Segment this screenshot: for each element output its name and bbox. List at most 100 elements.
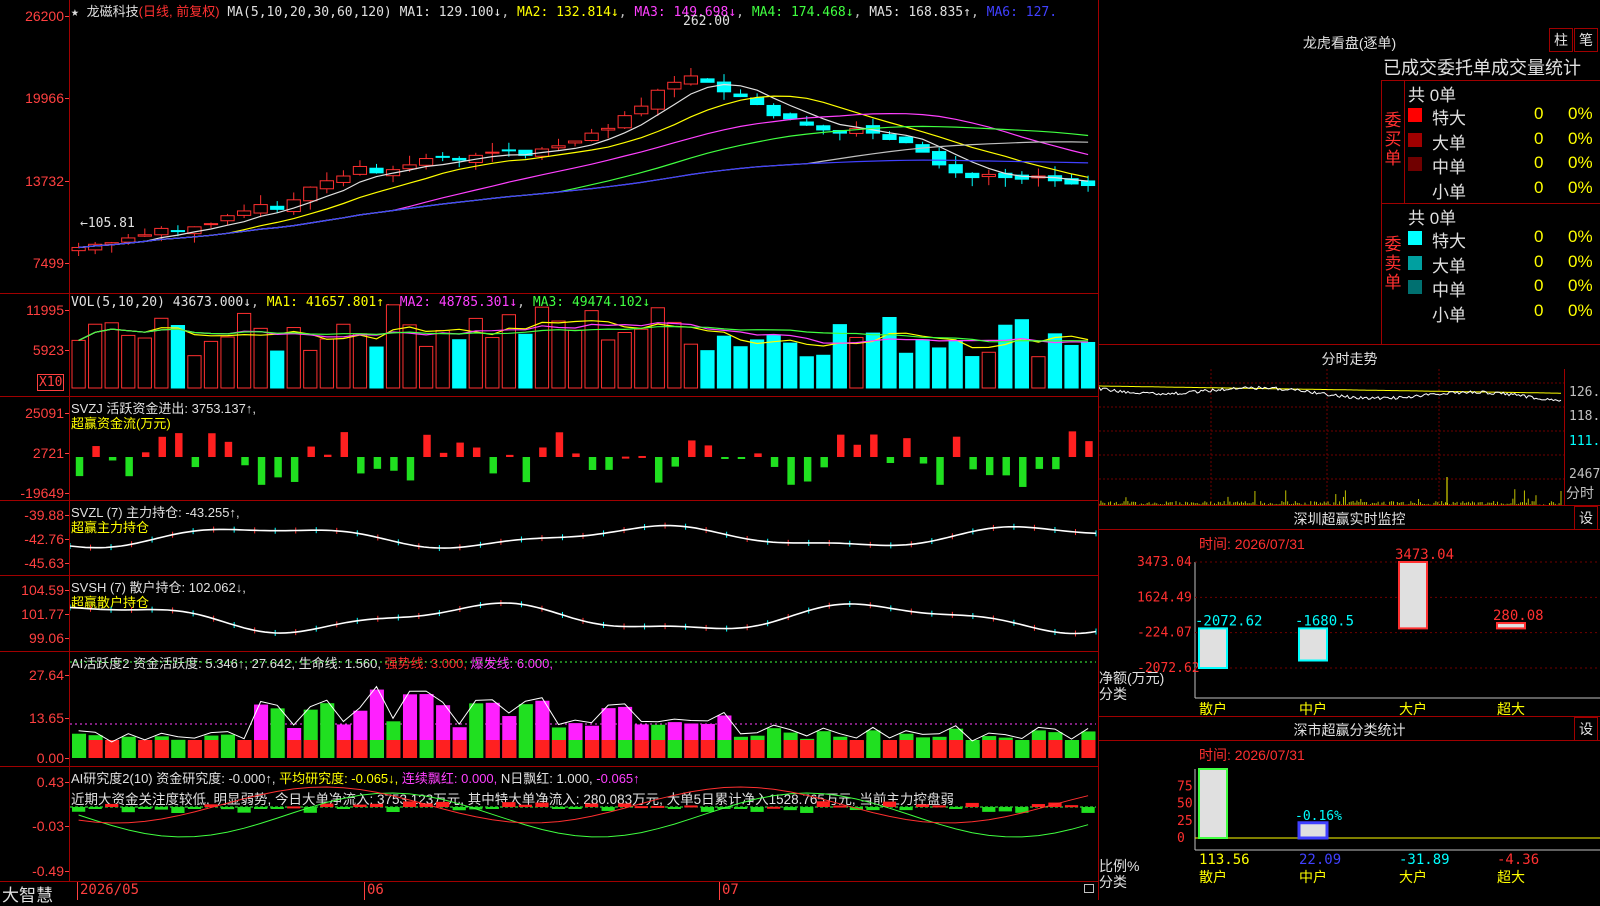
flow-bar (373, 457, 382, 469)
research-bar (535, 802, 549, 807)
flow-bar (175, 433, 183, 457)
base-bar (320, 740, 335, 758)
category-label: 大户 (1399, 701, 1427, 716)
research-bar (452, 807, 466, 811)
lhb-row-pct: 0% (1568, 300, 1593, 320)
svzj-tick: 2721 (32, 445, 70, 461)
svzj-panel[interactable]: 25091 2721 -19649 SVZJ 活跃资金进出: 3753.137↑… (0, 397, 1098, 501)
lhb-subtitle: 已成交委托单成交量统计 (1383, 58, 1581, 78)
volume-bar (932, 347, 947, 389)
flow-bar (506, 454, 514, 457)
candle (501, 149, 516, 152)
bar-view-button[interactable]: 柱 (1549, 28, 1573, 52)
date-bar[interactable]: 大智慧 2026/05 06 07 (0, 882, 1099, 905)
swatch (1408, 108, 1422, 122)
candle (236, 210, 252, 216)
sz-monitor-tick: 3473.04 (1137, 555, 1192, 570)
research-bar (88, 807, 102, 809)
sz-class-chart[interactable]: 75 50 25 0 -0.16% 113.56散户 22.09中户 -31.89大户 -4.3… (1099, 717, 1600, 900)
flow-bar (820, 457, 828, 468)
research-bar (369, 803, 384, 807)
research-bar (270, 807, 284, 809)
tick-view-button[interactable]: 笔 (1574, 28, 1598, 52)
lhb-row-value: 0 (1534, 153, 1544, 172)
ai-research-tick: -0.03 (32, 818, 69, 834)
svsh-panel[interactable]: 104.59 101.77 99.06 SVSH (7) 散户持仓: 102.0… (0, 576, 1098, 652)
base-bar (982, 740, 997, 758)
svsh-axis: 104.59 101.77 99.06 (0, 576, 70, 651)
swatch (1408, 157, 1422, 171)
base-bar (551, 740, 566, 758)
kline-chart[interactable] (70, 0, 1098, 293)
svzl-chart[interactable] (70, 501, 1098, 575)
candle (783, 113, 798, 120)
base-bar (1064, 740, 1079, 758)
flow-bar (969, 457, 977, 470)
sz-monitor-chart[interactable]: 3473.041624.49-224.07-2072.62-2072.62散户-… (1099, 506, 1600, 716)
volume-bar (1014, 319, 1029, 389)
candle (584, 132, 599, 142)
svsh-tick: 104.59 (21, 582, 69, 598)
base-bar (105, 740, 120, 758)
volume-bar (799, 356, 814, 389)
swatch (1408, 304, 1422, 319)
ratio-value: -4.36 (1497, 852, 1539, 868)
lhb-title: 龙虎看盘(逐单) (1302, 35, 1397, 51)
lhb-row-pct: 0% (1568, 227, 1593, 246)
kline-panel[interactable]: 26200 19966 13732 7499 ★ 龙磁科技(日线, 前复权) M… (0, 0, 1098, 294)
research-bar (551, 807, 566, 809)
svzl-tick: -42.76 (24, 531, 69, 547)
flow-bar (539, 447, 547, 457)
flow-bar (1085, 441, 1093, 457)
flow-bar (1002, 457, 1010, 476)
lock-icon[interactable] (1084, 884, 1094, 893)
swatch (1408, 181, 1422, 196)
research-bar (237, 807, 251, 813)
research-bar (783, 807, 797, 811)
ai-activity-chart[interactable] (70, 652, 1098, 766)
flow-bar (1019, 457, 1027, 487)
candle (203, 223, 219, 226)
ai-research-chart[interactable] (70, 767, 1098, 881)
ai-research-panel[interactable]: 0.43 -0.03 -0.49 AI研究度2(10) 资金研究度: -0.00… (0, 767, 1098, 882)
ai-activity-tick: 13.65 (28, 710, 70, 726)
svzj-chart[interactable] (70, 397, 1098, 500)
research-bar (121, 807, 135, 813)
sz-class-section[interactable]: 深市超赢分类统计 设 时间: 2026/07/31 75 50 25 0 -0.16% 1… (1099, 717, 1600, 900)
research-bar (733, 807, 748, 809)
lhb-row-name: 大单 (1432, 133, 1466, 153)
sz-monitor-section[interactable]: 深圳超赢实时监控 设 时间: 2026/07/31 3473.04 1624.49… (1099, 506, 1600, 717)
base-bar (800, 740, 815, 758)
base-bar (436, 740, 451, 758)
volume-bar (965, 356, 980, 389)
candle (419, 158, 434, 166)
research-bar (402, 801, 417, 807)
base-bar (899, 740, 914, 758)
volume-bar (567, 329, 583, 389)
net-value-label: -2072.62 (1195, 613, 1262, 629)
svzl-panel[interactable]: -39.88 -42.76 -45.63 SVZL (7) 主力持仓: -43.… (0, 501, 1098, 576)
ai-activity-panel[interactable]: 27.64 13.65 0.00 AI活跃度2 资金活跃度: 5.346↑, 2… (0, 652, 1098, 767)
volume-bar (1064, 344, 1079, 389)
candle (270, 205, 285, 210)
volume-panel[interactable]: 11995 5923 X10 VOL(5,10,20) 43673.000↓, … (0, 294, 1098, 397)
flow-bar (1068, 431, 1077, 457)
lhb-section: 龙虎看盘(逐单) 柱 笔 已成交委托单成交量统计 委买单 委卖单 共 0单 共 … (1099, 0, 1600, 345)
intraday-chart[interactable] (1099, 369, 1564, 505)
category-label: 大户 (1399, 869, 1427, 886)
research-bar (965, 802, 979, 807)
volume-bar (832, 324, 847, 389)
volume-bar (518, 333, 533, 389)
flow-bar (141, 452, 150, 457)
sell-label: 委卖单 (1384, 235, 1402, 292)
volume-bar (998, 324, 1013, 389)
base-bar (72, 740, 87, 758)
flow-bar (919, 457, 928, 464)
base-bar (717, 740, 732, 758)
candle (121, 237, 136, 243)
svsh-chart[interactable] (70, 576, 1098, 651)
intraday-section[interactable]: 分时走势 126.2 118.6 111.1 2467 分时 (1099, 345, 1600, 506)
volume-chart[interactable] (70, 294, 1098, 396)
category-label: 散户 (1199, 869, 1227, 886)
base-bar (816, 740, 831, 758)
